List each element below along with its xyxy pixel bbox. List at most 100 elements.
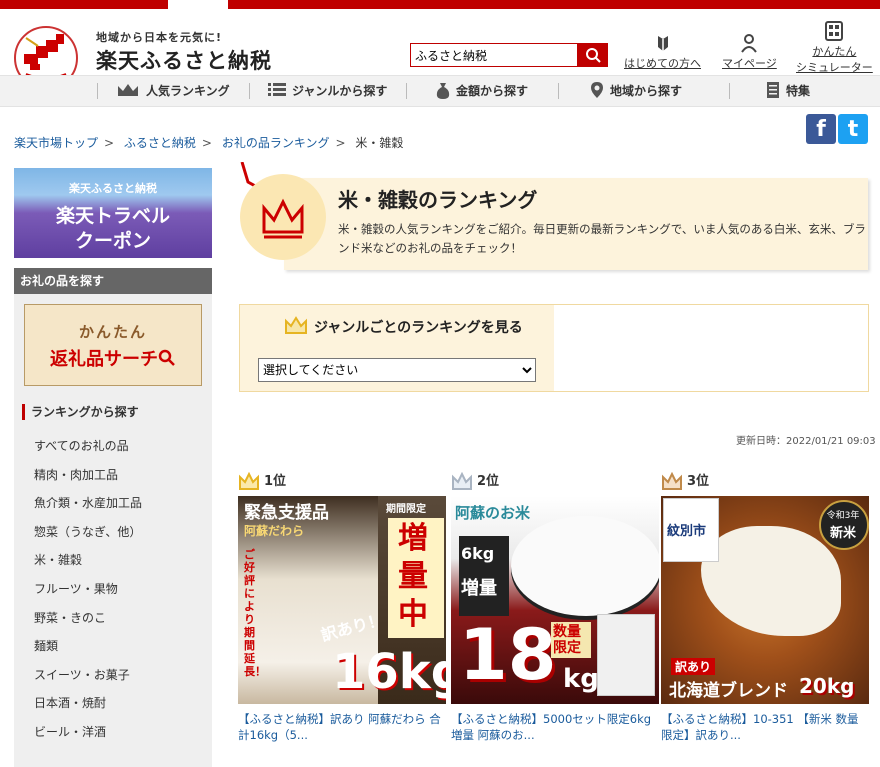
product-image[interactable]: 緊急支援品 阿蘇だわら ご好評により期間延長！ 期間限定 増量中 訳あり！ 16… [238,496,446,704]
page-description: 米・雑穀の人気ランキングをご紹介。毎日更新の最新ランキングで、いま人気のある白米… [338,222,866,255]
product-era: 令和3年 [826,511,860,521]
easy-search-line1: かんたん [78,323,147,341]
crown-icon [285,316,307,334]
product-big-number: 18 [459,614,557,696]
simulator-link-label-2: シミュレーター [796,61,873,74]
crown-icon [262,198,304,239]
mypage-link-label: マイページ [722,57,777,70]
gold-crown-icon [239,472,259,490]
product-tag: 緊急支援品 [244,503,329,523]
site-header: 地域から日本を元気に! 楽天ふるさと納税 はじめての方へ マイページ かんたん … [0,9,880,90]
product-caption[interactable]: 【ふるさと納税】5000セット限定6kg増量 阿蘇のお... [451,711,659,743]
main-nav: 人気ランキング ジャンルから探す 金額から探す 地域から探す 特集 [0,75,880,107]
product-limited: 期間限定 [386,504,426,515]
banner-crown-circle [240,174,326,260]
product-caption[interactable]: 【ふるさと納税】訳あり 阿蘇だわら 合計16kg（5... [238,711,446,743]
category-link[interactable]: ビール・洋酒 [14,718,212,747]
category-link[interactable]: 精肉・肉加工品 [14,461,212,490]
ranking-banner: 米・雑穀のランキング 米・雑穀の人気ランキングをご紹介。毎日更新の最新ランキング… [238,162,870,270]
nav-region-label: 地域から探す [610,84,683,98]
category-link[interactable]: 麺類 [14,632,212,661]
genre-select[interactable]: 選択してください [258,358,536,382]
site-tagline: 地域から日本を元気に! [96,31,223,44]
product-side-text: ご好評により期間延長！ [244,548,266,678]
easy-search-line2: 返礼品サーチ [25,345,201,371]
facebook-share-button[interactable]: f [806,114,836,144]
simulator-link[interactable]: かんたん シミュレーター [796,21,873,75]
product-weight: 16kg [332,644,446,700]
nav-amount[interactable]: 金額から探す [436,76,528,106]
site-name[interactable]: 楽天ふるさと納税 [96,45,272,75]
top-promo-strip[interactable] [0,0,880,9]
breadcrumb-item[interactable]: お礼の品ランキング [222,136,330,150]
nav-genre-label: ジャンルから探す [292,84,388,98]
nav-feature-label: 特集 [786,84,811,98]
category-link[interactable]: すべてのお礼の品 [14,432,212,461]
category-list: すべてのお礼の品 精肉・肉加工品 魚介類・水産加工品 惣菜（うなぎ、他） 米・雑… [14,432,212,747]
sidebar-body: かんたん 返礼品サーチ ランキングから探す すべてのお礼の品 精肉・肉加工品 魚… [14,294,212,767]
nav-ranking-label: 人気ランキング [146,84,230,98]
breadcrumb-item[interactable]: ふるさと納税 [124,136,196,150]
twitter-share-button[interactable]: t [838,114,868,144]
ranking-card[interactable]: 1位 緊急支援品 阿蘇だわら ご好評により期間延長！ 期間限定 増量中 訳あり！… [238,470,446,743]
category-link[interactable]: スイーツ・お菓子 [14,661,212,690]
genre-ranking-panel: ジャンルごとのランキングを見る 選択してください [239,304,869,392]
category-link[interactable]: 野菜・きのこ [14,604,212,633]
search-input[interactable] [410,43,578,67]
simulator-link-label-1: かんたん [812,45,857,58]
product-unit: kg [563,664,599,694]
mypage-link[interactable]: マイページ [722,33,777,71]
product-wake: 訳あり [671,658,716,675]
ranking-card[interactable]: 2位 阿蘇のお米 6kg 増量 18 kg 数量限定 【ふるさと納税】5000セ… [451,470,659,743]
nav-ranking[interactable]: 人気ランキング [116,76,230,106]
category-link[interactable]: 日本酒・焼酎 [14,689,212,718]
nav-amount-label: 金額から探す [456,84,529,98]
beginner-link-label: はじめての方へ [624,57,701,70]
search-icon [586,48,601,63]
genre-panel-title: ジャンルごとのランキングを見る [284,316,523,337]
silver-crown-icon [452,472,472,490]
product-image[interactable]: 阿蘇のお米 6kg 増量 18 kg 数量限定 [451,496,659,704]
bronze-crown-icon [662,472,682,490]
category-link[interactable]: フルーツ・果物 [14,575,212,604]
facebook-icon: f [816,117,826,142]
travel-coupon-banner[interactable]: 楽天ふるさと納税 楽天トラベル クーポン [14,168,212,258]
ranking-card[interactable]: 3位 紋別市 令和3年 新米 訳あり 北海道ブレンド 20kg 【ふるさと納税】… [661,470,869,743]
search-icon [158,349,175,366]
rank-label: 3位 [661,470,869,494]
category-link[interactable]: 米・雑穀 [14,546,212,575]
product-limited: 数量限定 [551,622,591,658]
sidebar: 楽天ふるさと納税 楽天トラベル クーポン お礼の品を探す かんたん 返礼品サーチ… [14,168,212,767]
category-link[interactable]: 惣菜（うなぎ、他） [14,518,212,547]
product-blend: 北海道ブレンド [669,681,788,701]
breadcrumb-item[interactable]: 楽天市場トップ [14,136,98,150]
search-box [410,43,608,67]
calculator-icon [825,21,844,41]
crown-icon [118,84,138,96]
travel-banner-line1: 楽天ふるさと納税 [69,182,157,195]
product-caption[interactable]: 【ふるさと納税】10-351 【新米 数量限定】訳あり... [661,711,869,743]
sidebar-section-title: お礼の品を探す [14,268,212,294]
nav-region[interactable]: 地域から探す [590,76,682,106]
nav-genre[interactable]: ジャンルから探す [268,76,387,106]
product-brand: 阿蘇のお米 [455,504,531,522]
product-brand: 阿蘇だわら [244,524,305,538]
list-icon [268,83,286,96]
user-icon [741,34,758,53]
document-icon [767,82,779,98]
map-pin-icon [591,82,603,98]
product-headline: 増量中 [398,521,428,632]
beginner-link[interactable]: はじめての方へ [624,33,701,71]
twitter-icon: t [847,117,859,142]
search-button[interactable] [578,43,608,67]
ranking-section-title: ランキングから探す [22,404,212,420]
nav-feature[interactable]: 特集 [766,76,810,106]
product-weight: 20kg [799,674,855,698]
product-image[interactable]: 紋別市 令和3年 新米 訳あり 北海道ブレンド 20kg [661,496,869,704]
easy-search-banner[interactable]: かんたん 返礼品サーチ [24,304,202,386]
money-bag-icon [436,83,450,99]
rank-label: 1位 [238,470,446,494]
product-new: 新米 [829,526,856,541]
category-link[interactable]: 魚介類・水産加工品 [14,489,212,518]
travel-banner-line3: クーポン [74,230,151,252]
